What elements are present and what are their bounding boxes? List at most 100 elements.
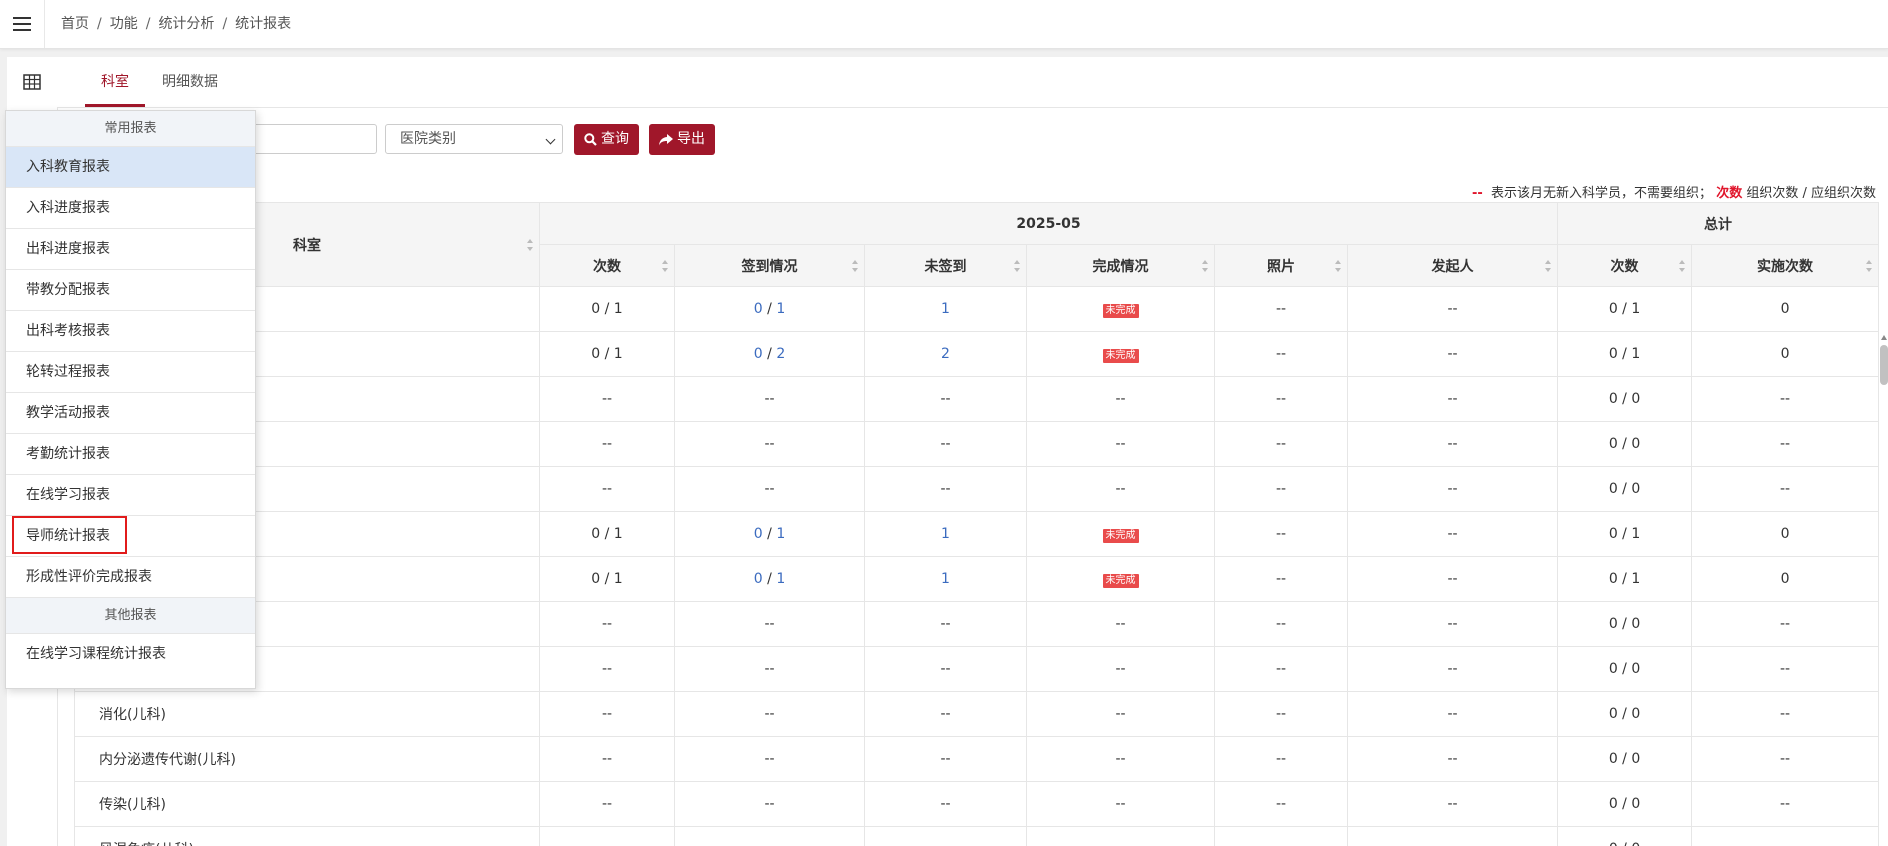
cell-total-times: 0 / 0 [1557, 466, 1693, 512]
col-header-photo[interactable]: 照片 [1214, 244, 1348, 287]
main-panel: 科室 明细数据 至2025-05 医院类别 查询 导出 -- 表示该月无新入科学… [7, 57, 1888, 846]
cell-initiator: -- [1346, 376, 1559, 422]
highlight-box [12, 516, 127, 554]
table-row: 0 / 10 / 2 2 未完成 -- -- 0 / 10 [74, 331, 1880, 377]
dropdown-group-common: 常用报表 [6, 111, 255, 147]
status-badge: 未完成 [1102, 348, 1139, 363]
cell-completion: -- [1026, 826, 1215, 846]
dropdown-item-entry-education[interactable]: 入科教育报表 [6, 147, 255, 188]
export-button-label: 导出 [677, 131, 705, 147]
cell-initiator: -- [1346, 421, 1559, 467]
tab-bar: 科室 明细数据 [57, 57, 1888, 108]
cell-unsigned: -- [864, 646, 1027, 692]
cell-total-times: 0 / 0 [1557, 376, 1693, 422]
dropdown-item-rotation-process[interactable]: 轮转过程报表 [6, 352, 255, 393]
cell-completion: -- [1026, 601, 1215, 647]
sign-in-total-link[interactable]: 1 [776, 526, 785, 542]
dropdown-item-formative-evaluation[interactable]: 形成性评价完成报表 [6, 557, 255, 598]
sign-in-total-link[interactable]: 2 [776, 346, 785, 362]
cell-initiator: -- [1346, 466, 1559, 512]
cell-department: 消化(儿科) [74, 691, 540, 737]
col-header-initiator[interactable]: 发起人 [1346, 244, 1559, 287]
col-header-unsigned[interactable]: 未签到 [864, 244, 1027, 287]
table-row: 内分泌遗传代谢(儿科) -- -- -- -- -- -- 0 / 0 -- [74, 736, 1880, 782]
dropdown-item-exit-progress[interactable]: 出科进度报表 [6, 229, 255, 270]
report-table-container: 科室 2025-05 总计 次数 签到情况 未签到 完成情况 照片 发起人 次数… [74, 202, 1880, 846]
table-body: 0 / 10 / 1 1 未完成 -- -- 0 / 100 / 10 / 2 2 未完成 --… [74, 286, 1880, 846]
hospital-type-select[interactable]: 医院类别 [385, 124, 563, 154]
cell-sign-in: -- [674, 601, 865, 647]
sign-in-total-link[interactable]: 1 [776, 571, 785, 587]
table-row: -- -- -- -- -- -- 0 / 0 -- [74, 601, 1880, 647]
col-header-times[interactable]: 次数 [539, 244, 675, 287]
dropdown-item-online-learning[interactable]: 在线学习报表 [6, 475, 255, 516]
tab-department[interactable]: 科室 [85, 57, 145, 107]
table-row: -- -- -- -- -- -- 0 / 0 -- [74, 421, 1880, 467]
cell-unsigned: 1 [864, 286, 1027, 332]
report-menu-button[interactable] [7, 57, 57, 107]
legend-dash: -- [1471, 186, 1483, 201]
menu-toggle-button[interactable] [0, 0, 45, 48]
sign-in-link[interactable]: 0 [754, 571, 763, 587]
sign-in-link[interactable]: 0 [754, 346, 763, 362]
dropdown-item-mentor-statistics[interactable]: 导师统计报表 [6, 516, 255, 557]
cell-sign-in: -- [674, 421, 865, 467]
cell-photo: -- [1214, 466, 1348, 512]
cell-photo: -- [1214, 826, 1348, 846]
cell-total-times: 0 / 0 [1557, 421, 1693, 467]
scroll-up-arrow[interactable] [1881, 335, 1887, 340]
table-grid-icon [23, 74, 41, 90]
breadcrumb-item[interactable]: 统计分析 [158, 16, 214, 32]
dropdown-item-online-course-stats[interactable]: 在线学习课程统计报表 [6, 634, 255, 675]
dropdown-item-exit-assessment[interactable]: 出科考核报表 [6, 311, 255, 352]
tab-detail-data[interactable]: 明细数据 [155, 57, 225, 107]
legend-count-label: 次数 [1716, 186, 1743, 201]
cell-unsigned: -- [864, 601, 1027, 647]
dropdown-item-teaching-activity[interactable]: 教学活动报表 [6, 393, 255, 434]
cell-unsigned: -- [864, 466, 1027, 512]
cell-total-times: 0 / 1 [1557, 511, 1693, 557]
table-row: 0 / 10 / 1 1 未完成 -- -- 0 / 10 [74, 286, 1880, 332]
cell-done-times: 0 [1691, 331, 1880, 377]
dropdown-item-entry-progress[interactable]: 入科进度报表 [6, 188, 255, 229]
cell-times: 0 / 1 [539, 511, 675, 557]
cell-sign-in: 0 / 1 [674, 556, 865, 602]
cell-done-times: 0 [1691, 556, 1880, 602]
breadcrumb-item[interactable]: 功能 [110, 16, 138, 32]
cell-unsigned: 1 [864, 511, 1027, 557]
col-header-completion[interactable]: 完成情况 [1026, 244, 1215, 287]
menu-icon [13, 17, 31, 31]
breadcrumb-item[interactable]: 首页 [61, 16, 89, 32]
cell-total-times: 0 / 0 [1557, 736, 1693, 782]
query-button-label: 查询 [601, 131, 629, 147]
sign-in-total-link[interactable]: 1 [776, 301, 785, 317]
cell-total-times: 0 / 0 [1557, 691, 1693, 737]
sign-in-link[interactable]: 0 [754, 301, 763, 317]
cell-unsigned: -- [864, 691, 1027, 737]
export-button[interactable]: 导出 [649, 124, 715, 155]
vertical-scrollbar[interactable] [1880, 345, 1888, 385]
cell-photo: -- [1214, 286, 1348, 332]
col-header-sign-in[interactable]: 签到情况 [674, 244, 865, 287]
cell-times: -- [539, 601, 675, 647]
query-button[interactable]: 查询 [574, 124, 639, 155]
col-header-done-times[interactable]: 实施次数 [1691, 244, 1880, 287]
table-row: -- -- -- -- -- -- 0 / 0 -- [74, 376, 1880, 422]
dropdown-item-teaching-assignment[interactable]: 带教分配报表 [6, 270, 255, 311]
cell-completion: 未完成 [1026, 331, 1215, 377]
cell-sign-in: -- [674, 691, 865, 737]
cell-completion: -- [1026, 421, 1215, 467]
dropdown-item-attendance[interactable]: 考勤统计报表 [6, 434, 255, 475]
cell-initiator: -- [1346, 781, 1559, 827]
cell-sign-in: 0 / 1 [674, 511, 865, 557]
share-icon [659, 133, 673, 145]
status-badge: 未完成 [1102, 573, 1139, 588]
cell-initiator: -- [1346, 556, 1559, 602]
cell-total-times: 0 / 1 [1557, 331, 1693, 377]
cell-times: 0 / 1 [539, 331, 675, 377]
col-header-total-times[interactable]: 次数 [1557, 244, 1693, 287]
cell-sign-in: -- [674, 646, 865, 692]
table-row: 传染(儿科) -- -- -- -- -- -- 0 / 0 -- [74, 781, 1880, 827]
sign-in-link[interactable]: 0 [754, 526, 763, 542]
cell-initiator: -- [1346, 331, 1559, 377]
